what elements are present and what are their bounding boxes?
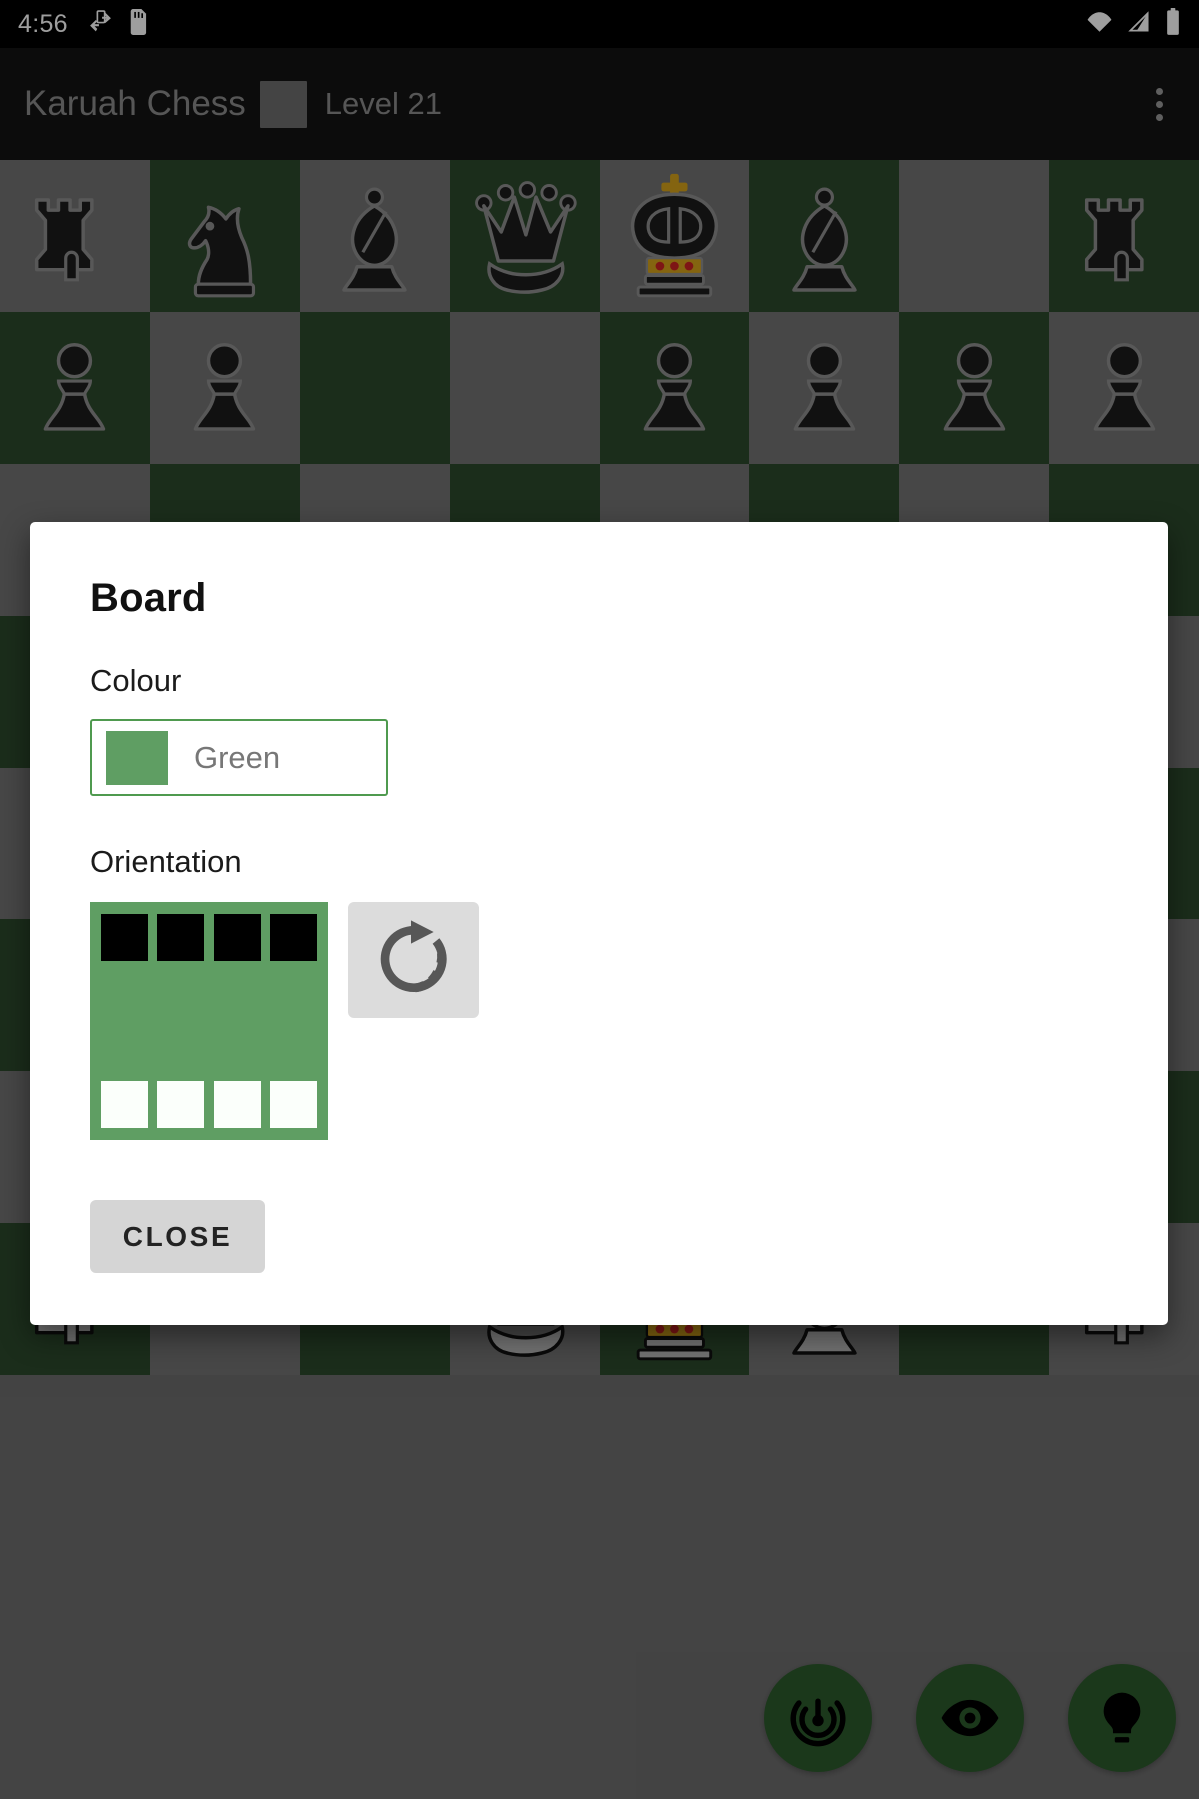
board-square[interactable] <box>449 160 600 312</box>
close-button[interactable]: CLOSE <box>90 1200 265 1273</box>
board-square[interactable] <box>749 160 900 312</box>
board-square[interactable] <box>599 311 750 464</box>
orientation-cell <box>269 1081 317 1128</box>
floating-action-buttons <box>0 1664 1199 1794</box>
piece-black-bishop[interactable] <box>749 160 899 312</box>
orientation-cell <box>269 914 317 961</box>
board-square[interactable] <box>899 160 1050 312</box>
rotate-right-icon <box>374 919 454 1002</box>
app-root: 4:56 Karuah Chess Level 21 Board Colour … <box>0 0 1199 1799</box>
turn-indicator-swatch <box>259 80 307 128</box>
piece-black-pawn[interactable] <box>749 312 899 464</box>
board-square[interactable] <box>299 160 450 312</box>
colour-selected-value: Green <box>194 739 281 775</box>
battery-icon <box>1165 7 1181 41</box>
sd-card-icon <box>129 8 149 40</box>
board-square[interactable] <box>1049 311 1199 464</box>
board-square[interactable] <box>899 311 1050 464</box>
colour-swatch <box>106 730 168 785</box>
piece-black-pawn[interactable] <box>899 312 1049 464</box>
board-square[interactable] <box>149 160 300 312</box>
status-bar-clock: 4:56 <box>18 9 68 38</box>
status-bar: 4:56 <box>0 0 1199 48</box>
colour-select[interactable]: Green <box>90 719 388 796</box>
piece-black-queen[interactable] <box>450 160 600 312</box>
orientation-row <box>90 902 1108 1140</box>
status-bar-right-icons <box>1086 7 1181 41</box>
piece-black-pawn[interactable] <box>1049 312 1199 464</box>
status-bar-left-icons <box>88 8 149 40</box>
hint-button[interactable] <box>1068 1664 1176 1772</box>
piece-black-knight[interactable] <box>150 160 300 312</box>
level-label: Level 21 <box>324 86 443 121</box>
orientation-cell <box>213 1081 261 1128</box>
screen-rotation-icon <box>88 9 113 39</box>
board-square[interactable] <box>0 160 150 312</box>
colour-section-label: Colour <box>90 663 182 698</box>
piece-black-rook[interactable] <box>0 160 150 312</box>
orientation-preview-top-row <box>101 914 317 961</box>
board-square[interactable] <box>749 311 900 464</box>
orientation-cell <box>157 914 205 961</box>
piece-black-pawn[interactable] <box>0 312 150 464</box>
piece-black-bishop[interactable] <box>300 160 450 312</box>
board-settings-dialog: Board Colour Green Orientation CLOSE <box>30 522 1168 1325</box>
board-square[interactable] <box>149 311 300 464</box>
piece-black-pawn[interactable] <box>150 312 300 464</box>
rotate-board-button[interactable] <box>348 902 479 1018</box>
piece-black-king[interactable] <box>600 160 750 312</box>
board-square[interactable] <box>449 311 600 464</box>
view-button[interactable] <box>916 1664 1024 1772</box>
cellular-signal-icon <box>1126 9 1152 40</box>
orientation-cell <box>213 914 261 961</box>
orientation-cell <box>101 914 148 961</box>
game-status-button[interactable] <box>764 1664 872 1772</box>
orientation-section-label: Orientation <box>90 844 242 879</box>
orientation-cell <box>101 1081 148 1128</box>
piece-black-rook[interactable] <box>1049 160 1199 312</box>
app-title: Karuah Chess <box>24 84 246 123</box>
board-square[interactable] <box>299 311 450 464</box>
more-vertical-icon[interactable] <box>1144 76 1175 133</box>
app-bar: Karuah Chess Level 21 <box>0 48 1199 160</box>
wifi-icon <box>1086 9 1113 40</box>
orientation-preview[interactable] <box>90 902 328 1140</box>
board-square[interactable] <box>1049 160 1199 312</box>
dialog-title: Board <box>90 576 207 620</box>
orientation-preview-bottom-row <box>101 1081 317 1128</box>
orientation-cell <box>157 1081 205 1128</box>
board-square[interactable] <box>0 311 150 464</box>
board-square[interactable] <box>599 160 750 312</box>
piece-black-pawn[interactable] <box>600 312 750 464</box>
